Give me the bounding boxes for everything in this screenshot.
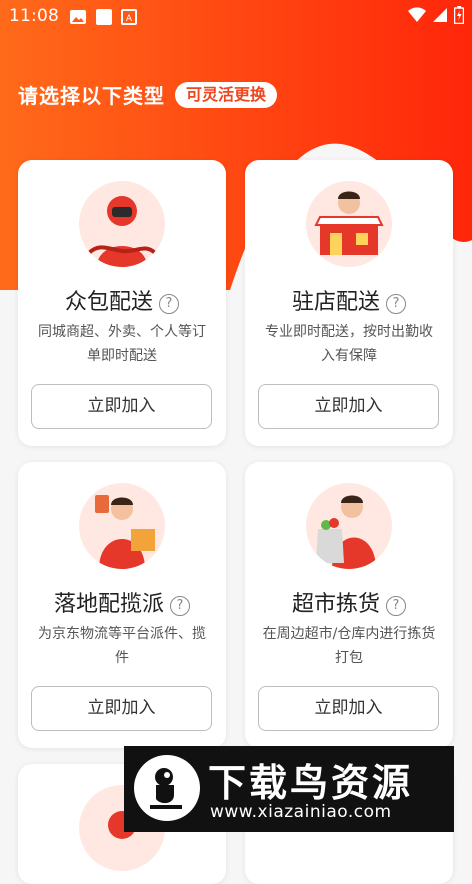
- card-last-mile-pickup[interactable]: 落地配揽派? 为京东物流等平台派件、揽件 立即加入: [18, 462, 226, 748]
- svg-text:A: A: [126, 14, 133, 24]
- card-title: 落地配揽派?: [18, 586, 226, 618]
- battery-icon: [453, 6, 465, 28]
- join-button[interactable]: 立即加入: [258, 686, 439, 731]
- status-time: 11:08: [9, 6, 59, 26]
- watermark-url: www.xiazainiao.com: [210, 802, 392, 822]
- help-icon[interactable]: ?: [386, 596, 406, 616]
- card-crowdsource-delivery[interactable]: 众包配送? 同城商超、外卖、个人等订单即时配送 立即加入: [18, 160, 226, 446]
- help-icon[interactable]: ?: [386, 294, 406, 314]
- card-title: 众包配送?: [18, 284, 226, 316]
- page-title: 请选择以下类型: [18, 84, 165, 108]
- card-title-text: 超市拣货: [291, 592, 380, 617]
- help-icon[interactable]: ?: [159, 294, 179, 314]
- gallery-icon: [69, 9, 87, 29]
- card-description: 在周边超市/仓库内进行拣货打包: [262, 626, 436, 666]
- flexible-switch-badge: 可灵活更换: [175, 81, 278, 108]
- card-title: 驻店配送?: [245, 284, 453, 316]
- parcel-courier-icon: [79, 483, 165, 569]
- card-store-delivery[interactable]: 驻店配送? 专业即时配送，按时出勤收入有保障 立即加入: [245, 160, 453, 446]
- delivery-rider-icon: [79, 181, 165, 267]
- card-title: 超市拣货?: [245, 586, 453, 618]
- card-description: 同城商超、外卖、个人等订单即时配送: [38, 324, 206, 364]
- wifi-icon: [408, 7, 426, 27]
- card-description: 为京东物流等平台派件、揽件: [38, 626, 206, 666]
- card-title-text: 驻店配送: [291, 290, 380, 315]
- watermark-title: 下载鸟资源: [208, 761, 414, 805]
- join-button[interactable]: 立即加入: [31, 686, 212, 731]
- card-supermarket-picking[interactable]: 超市拣货? 在周边超市/仓库内进行拣货打包 立即加入: [245, 462, 453, 748]
- status-bar: 11:08 A: [0, 0, 472, 34]
- join-button[interactable]: 立即加入: [258, 384, 439, 429]
- store-courier-icon: [306, 181, 392, 267]
- card-description: 专业即时配送，按时出勤收入有保障: [265, 324, 433, 364]
- help-icon[interactable]: ?: [170, 596, 190, 616]
- join-button[interactable]: 立即加入: [31, 384, 212, 429]
- square-notification-icon: [95, 8, 113, 30]
- page-header: 请选择以下类型 可灵活更换: [18, 80, 278, 109]
- signal-icon: [432, 7, 448, 27]
- grocery-picker-icon: [306, 483, 392, 569]
- card-title-text: 落地配揽派: [53, 592, 164, 617]
- app-notification-icon: A: [121, 9, 137, 29]
- bird-logo-icon: [134, 755, 200, 821]
- watermark-banner: 下载鸟资源 www.xiazainiao.com: [124, 746, 454, 832]
- card-title-text: 众包配送: [64, 290, 153, 315]
